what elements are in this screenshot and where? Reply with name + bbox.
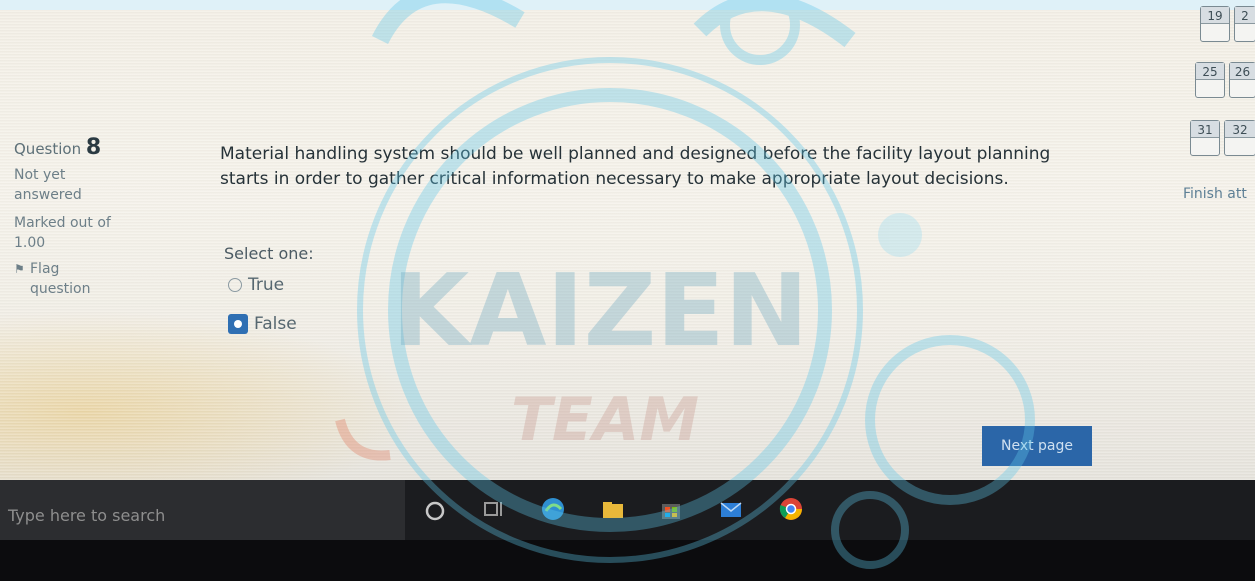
top-band [0,0,1255,10]
bottom-bezel [0,540,1255,581]
nav-cell-label: 25 [1202,65,1218,79]
task-view-icon[interactable] [478,494,508,524]
question-number-value: 8 [85,135,102,160]
nav-cell-label: 26 [1234,65,1251,79]
question-marks: Marked out of 1.00 [14,215,111,251]
file-explorer-icon[interactable] [598,494,628,524]
nav-cell-31[interactable]: 31 [1190,120,1220,156]
nav-cell-26[interactable]: 26 [1229,62,1255,98]
option-false[interactable]: False [228,314,297,334]
radio-false-checked[interactable] [228,314,248,334]
taskbar: Type here to search [0,480,1255,540]
edge-icon[interactable] [538,494,568,524]
radio-true[interactable] [228,278,242,292]
question-number: Question 8 [14,135,164,160]
question-text: Material handling system should be well … [220,144,1051,189]
flag-question-label: Flag question [30,261,91,297]
nav-cell-25[interactable]: 25 [1195,62,1225,98]
finish-attempt-link[interactable]: Finish att [1183,186,1247,202]
option-true[interactable]: True [228,275,284,295]
nav-cell-2[interactable]: 2 [1234,6,1255,42]
nav-cell-label: 32 [1232,123,1248,137]
next-page-button[interactable]: Next page [982,426,1092,466]
flag-question-link[interactable]: ⚑ Flag question [14,259,164,299]
quiz-screen [0,10,1255,480]
question-label: Question [14,140,82,158]
mail-icon[interactable] [716,494,746,524]
taskbar-search-box[interactable]: Type here to search [0,480,405,540]
nav-cell-32[interactable]: 32 [1224,120,1255,156]
question-status: Not yet answered [14,167,82,203]
select-one-prompt: Select one: [224,244,314,263]
option-true-label: True [248,275,285,295]
nav-cell-label: 31 [1197,123,1213,137]
chrome-icon[interactable] [776,494,806,524]
nav-cell-19[interactable]: 19 [1200,6,1230,42]
nav-cell-label: 2 [1241,9,1249,23]
cortana-icon[interactable] [420,494,450,524]
taskbar-search-placeholder: Type here to search [8,506,166,525]
option-false-label: False [254,314,297,334]
flag-icon: ⚑ [14,262,25,276]
store-icon[interactable] [656,494,686,524]
question-info-panel: Question 8 Not yet answered Marked out o… [14,135,164,328]
nav-cell-label: 19 [1207,9,1223,23]
